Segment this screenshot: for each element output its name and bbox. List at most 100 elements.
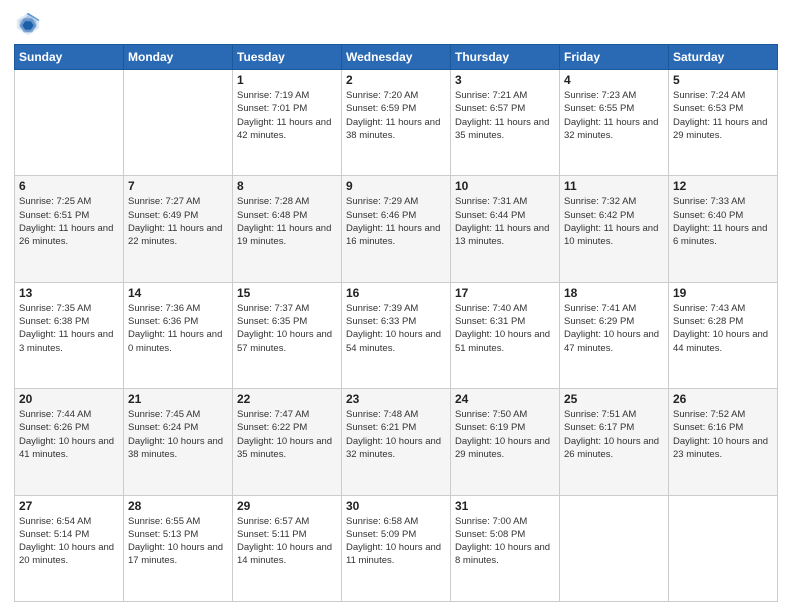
day-number: 22 xyxy=(237,392,337,406)
col-header-sunday: Sunday xyxy=(15,45,124,70)
day-number: 4 xyxy=(564,73,664,87)
day-number: 17 xyxy=(455,286,555,300)
day-info: Sunrise: 7:28 AM Sunset: 6:48 PM Dayligh… xyxy=(237,195,337,248)
day-number: 16 xyxy=(346,286,446,300)
day-cell: 25 Sunrise: 7:51 AM Sunset: 6:17 PM Dayli… xyxy=(560,389,669,495)
day-info: Sunrise: 7:37 AM Sunset: 6:35 PM Dayligh… xyxy=(237,302,337,355)
day-info: Sunrise: 7:33 AM Sunset: 6:40 PM Dayligh… xyxy=(673,195,773,248)
day-number: 29 xyxy=(237,499,337,513)
day-cell: 10 Sunrise: 7:31 AM Sunset: 6:44 PM Dayli… xyxy=(451,176,560,282)
day-number: 9 xyxy=(346,179,446,193)
day-info: Sunrise: 7:51 AM Sunset: 6:17 PM Dayligh… xyxy=(564,408,664,461)
day-number: 28 xyxy=(128,499,228,513)
col-header-thursday: Thursday xyxy=(451,45,560,70)
day-cell: 20 Sunrise: 7:44 AM Sunset: 6:26 PM Dayli… xyxy=(15,389,124,495)
day-info: Sunrise: 7:00 AM Sunset: 5:08 PM Dayligh… xyxy=(455,515,555,568)
day-number: 20 xyxy=(19,392,119,406)
day-cell: 4 Sunrise: 7:23 AM Sunset: 6:55 PM Daylig… xyxy=(560,70,669,176)
day-info: Sunrise: 7:29 AM Sunset: 6:46 PM Dayligh… xyxy=(346,195,446,248)
day-info: Sunrise: 7:25 AM Sunset: 6:51 PM Dayligh… xyxy=(19,195,119,248)
day-info: Sunrise: 6:54 AM Sunset: 5:14 PM Dayligh… xyxy=(19,515,119,568)
day-cell: 7Sunrise: 7:27 AM Sunset: 6:49 PM Daylig… xyxy=(124,176,233,282)
day-info: Sunrise: 7:35 AM Sunset: 6:38 PM Dayligh… xyxy=(19,302,119,355)
day-info: Sunrise: 7:31 AM Sunset: 6:44 PM Dayligh… xyxy=(455,195,555,248)
day-number: 1 xyxy=(237,73,337,87)
col-header-friday: Friday xyxy=(560,45,669,70)
day-cell: 23 Sunrise: 7:48 AM Sunset: 6:21 PM Dayli… xyxy=(342,389,451,495)
day-info: Sunrise: 7:41 AM Sunset: 6:29 PM Dayligh… xyxy=(564,302,664,355)
page: SundayMondayTuesdayWednesdayThursdayFrid… xyxy=(0,0,792,612)
week-row-4: 20 Sunrise: 7:44 AM Sunset: 6:26 PM Dayli… xyxy=(15,389,778,495)
day-cell: 16 Sunrise: 7:39 AM Sunset: 6:33 PM Dayli… xyxy=(342,282,451,388)
header xyxy=(14,10,778,38)
day-cell: 3Sunrise: 7:21 AM Sunset: 6:57 PM Daylig… xyxy=(451,70,560,176)
week-row-3: 13 Sunrise: 7:35 AM Sunset: 6:38 PM Dayli… xyxy=(15,282,778,388)
day-number: 15 xyxy=(237,286,337,300)
day-number: 11 xyxy=(564,179,664,193)
day-cell: 18 Sunrise: 7:41 AM Sunset: 6:29 PM Dayli… xyxy=(560,282,669,388)
day-cell: 24Sunrise: 7:50 AM Sunset: 6:19 PM Dayli… xyxy=(451,389,560,495)
col-header-monday: Monday xyxy=(124,45,233,70)
day-info: Sunrise: 7:39 AM Sunset: 6:33 PM Dayligh… xyxy=(346,302,446,355)
day-info: Sunrise: 7:19 AM Sunset: 7:01 PM Dayligh… xyxy=(237,89,337,142)
day-number: 23 xyxy=(346,392,446,406)
day-cell: 27 Sunrise: 6:54 AM Sunset: 5:14 PM Dayli… xyxy=(15,495,124,601)
day-info: Sunrise: 7:44 AM Sunset: 6:26 PM Dayligh… xyxy=(19,408,119,461)
header-row: SundayMondayTuesdayWednesdayThursdayFrid… xyxy=(15,45,778,70)
day-cell xyxy=(15,70,124,176)
day-info: Sunrise: 7:21 AM Sunset: 6:57 PM Dayligh… xyxy=(455,89,555,142)
day-cell: 5Sunrise: 7:24 AM Sunset: 6:53 PM Daylig… xyxy=(669,70,778,176)
day-number: 8 xyxy=(237,179,337,193)
day-number: 10 xyxy=(455,179,555,193)
day-cell: 2 Sunrise: 7:20 AM Sunset: 6:59 PM Daylig… xyxy=(342,70,451,176)
day-info: Sunrise: 7:23 AM Sunset: 6:55 PM Dayligh… xyxy=(564,89,664,142)
day-info: Sunrise: 7:32 AM Sunset: 6:42 PM Dayligh… xyxy=(564,195,664,248)
day-number: 7 xyxy=(128,179,228,193)
day-number: 21 xyxy=(128,392,228,406)
day-cell: 19 Sunrise: 7:43 AM Sunset: 6:28 PM Dayli… xyxy=(669,282,778,388)
week-row-5: 27 Sunrise: 6:54 AM Sunset: 5:14 PM Dayli… xyxy=(15,495,778,601)
col-header-wednesday: Wednesday xyxy=(342,45,451,70)
day-cell: 8 Sunrise: 7:28 AM Sunset: 6:48 PM Daylig… xyxy=(233,176,342,282)
day-info: Sunrise: 7:50 AM Sunset: 6:19 PM Dayligh… xyxy=(455,408,555,461)
calendar-table: SundayMondayTuesdayWednesdayThursdayFrid… xyxy=(14,44,778,602)
day-info: Sunrise: 7:45 AM Sunset: 6:24 PM Dayligh… xyxy=(128,408,228,461)
day-info: Sunrise: 7:48 AM Sunset: 6:21 PM Dayligh… xyxy=(346,408,446,461)
day-number: 13 xyxy=(19,286,119,300)
day-cell: 28 Sunrise: 6:55 AM Sunset: 5:13 PM Dayli… xyxy=(124,495,233,601)
day-cell: 15 Sunrise: 7:37 AM Sunset: 6:35 PM Dayli… xyxy=(233,282,342,388)
day-info: Sunrise: 7:40 AM Sunset: 6:31 PM Dayligh… xyxy=(455,302,555,355)
day-number: 12 xyxy=(673,179,773,193)
day-cell: 22Sunrise: 7:47 AM Sunset: 6:22 PM Dayli… xyxy=(233,389,342,495)
logo xyxy=(14,10,46,38)
day-number: 19 xyxy=(673,286,773,300)
day-number: 31 xyxy=(455,499,555,513)
day-cell: 21 Sunrise: 7:45 AM Sunset: 6:24 PM Dayli… xyxy=(124,389,233,495)
day-number: 27 xyxy=(19,499,119,513)
week-row-2: 6 Sunrise: 7:25 AM Sunset: 6:51 PM Daylig… xyxy=(15,176,778,282)
day-number: 5 xyxy=(673,73,773,87)
day-number: 26 xyxy=(673,392,773,406)
day-cell: 13 Sunrise: 7:35 AM Sunset: 6:38 PM Dayli… xyxy=(15,282,124,388)
day-number: 6 xyxy=(19,179,119,193)
day-info: Sunrise: 7:43 AM Sunset: 6:28 PM Dayligh… xyxy=(673,302,773,355)
col-header-saturday: Saturday xyxy=(669,45,778,70)
day-info: Sunrise: 6:55 AM Sunset: 5:13 PM Dayligh… xyxy=(128,515,228,568)
day-cell: 12 Sunrise: 7:33 AM Sunset: 6:40 PM Dayli… xyxy=(669,176,778,282)
day-info: Sunrise: 6:57 AM Sunset: 5:11 PM Dayligh… xyxy=(237,515,337,568)
day-cell: 11 Sunrise: 7:32 AM Sunset: 6:42 PM Dayli… xyxy=(560,176,669,282)
day-info: Sunrise: 7:52 AM Sunset: 6:16 PM Dayligh… xyxy=(673,408,773,461)
day-number: 2 xyxy=(346,73,446,87)
logo-icon xyxy=(14,10,42,38)
col-header-tuesday: Tuesday xyxy=(233,45,342,70)
week-row-1: 1 Sunrise: 7:19 AM Sunset: 7:01 PM Daylig… xyxy=(15,70,778,176)
day-info: Sunrise: 7:20 AM Sunset: 6:59 PM Dayligh… xyxy=(346,89,446,142)
day-cell: 9 Sunrise: 7:29 AM Sunset: 6:46 PM Daylig… xyxy=(342,176,451,282)
day-number: 18 xyxy=(564,286,664,300)
day-info: Sunrise: 6:58 AM Sunset: 5:09 PM Dayligh… xyxy=(346,515,446,568)
day-cell xyxy=(669,495,778,601)
day-number: 25 xyxy=(564,392,664,406)
day-cell: 17 Sunrise: 7:40 AM Sunset: 6:31 PM Dayli… xyxy=(451,282,560,388)
day-cell: 6 Sunrise: 7:25 AM Sunset: 6:51 PM Daylig… xyxy=(15,176,124,282)
day-cell: 30Sunrise: 6:58 AM Sunset: 5:09 PM Dayli… xyxy=(342,495,451,601)
